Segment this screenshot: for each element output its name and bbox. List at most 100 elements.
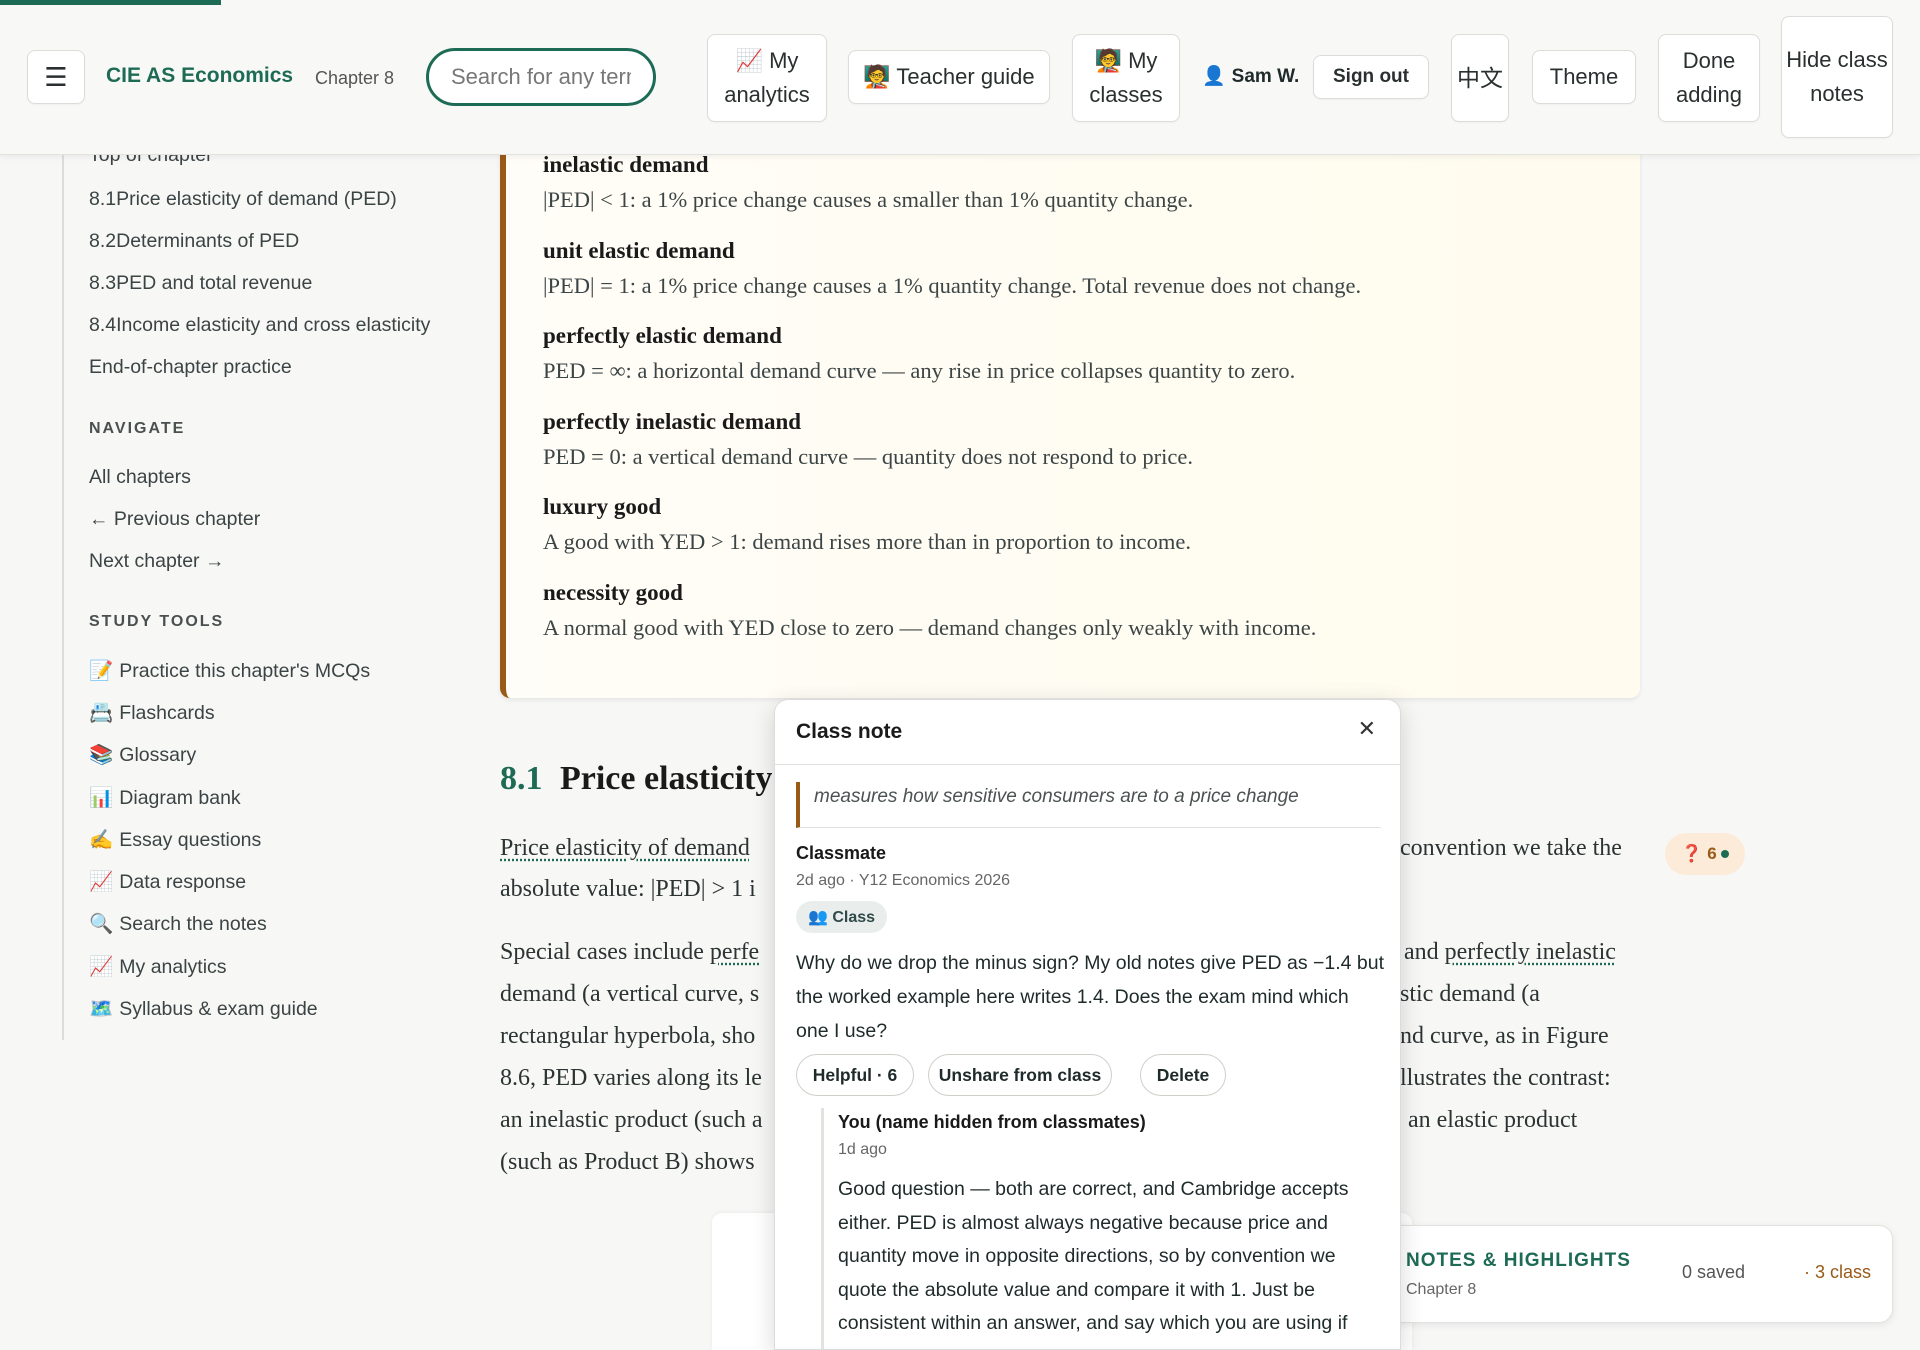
map-icon: 🗺️ [89, 998, 114, 1020]
top-header: ☰ CIE AS Economics Chapter 8 📈 My analyt… [0, 0, 1920, 155]
note-text: Why do we drop the minus sign? My old no… [796, 952, 1385, 1042]
section-number: 8.2 [89, 230, 117, 252]
tool-glossary[interactable]: 📚 Glossary [89, 743, 196, 767]
close-icon[interactable]: ✕ [1358, 716, 1376, 742]
paragraph-text: absolute value: |PED| > 1 i [500, 876, 756, 902]
paragraph-text: llustrates the contrast: [1400, 1065, 1611, 1091]
memo-icon: 📝 [89, 660, 114, 682]
section-label: Income elasticity and cross elasticity [116, 314, 431, 336]
done-adding-label: Done adding [1675, 48, 1743, 107]
tool-label: Syllabus & exam guide [119, 998, 318, 1020]
paragraph-text: nd curve, as in Figure [1400, 1023, 1609, 1049]
section-label: PED and total revenue [116, 272, 313, 294]
tool-label: Flashcards [119, 702, 215, 724]
paragraph-text: an elastic product [1408, 1107, 1578, 1133]
helpful-button[interactable]: Helpful · 6 [796, 1054, 914, 1096]
glossary-definition: |PED| = 1: a 1% price change causes a 1%… [543, 273, 1362, 298]
tool-search-notes[interactable]: 🔍 Search the notes [89, 912, 267, 936]
tool-label: Data response [119, 871, 247, 893]
glossary-term: necessity good [543, 580, 683, 605]
tool-label: Practice this chapter's MCQs [119, 660, 371, 682]
search-input[interactable] [426, 48, 656, 106]
brand-title[interactable]: CIE AS Economics [106, 64, 293, 88]
navigate-heading: NAVIGATE [89, 420, 186, 437]
tool-practice-mcqs[interactable]: 📝 Practice this chapter's MCQs [89, 659, 370, 683]
class-notes-count: · 3 class [1804, 1262, 1872, 1282]
glossary-link-perfectly-elastic[interactable]: perfe [710, 939, 759, 965]
chart-up-icon: 📈 [89, 956, 114, 978]
user-name: Sam W. [1231, 66, 1300, 87]
question-count-badge[interactable]: ❓ 6 [1665, 833, 1745, 875]
chapter-label: Chapter 8 [315, 68, 395, 88]
card-index-icon: 📇 [89, 702, 114, 724]
sidebar-section-8-4[interactable]: 8.4Income elasticity and cross elasticit… [89, 314, 430, 337]
note-meta: 2d ago · Y12 Economics 2026 [796, 872, 1011, 889]
writing-hand-icon: ✍️ [89, 829, 114, 851]
chapter-sidebar: Top of chapter 8.1Price elasticity of de… [62, 140, 482, 1040]
glossary-term: inelastic demand [543, 152, 709, 177]
question-count: 6 [1707, 844, 1717, 863]
my-classes-button[interactable]: 🧑‍🏫 My classes [1072, 34, 1180, 122]
sign-out-button[interactable]: Sign out [1313, 55, 1429, 99]
hide-class-notes-button[interactable]: Hide class notes [1781, 16, 1893, 138]
magnifier-icon: 🔍 [89, 913, 114, 935]
glossary-term: perfectly elastic demand [543, 323, 782, 348]
divider [775, 764, 1400, 765]
saved-count: 0 saved [1682, 1262, 1746, 1282]
theme-button[interactable]: Theme [1532, 50, 1636, 104]
tool-syllabus-guide[interactable]: 🗺️ Syllabus & exam guide [89, 997, 318, 1021]
sidebar-section-8-1[interactable]: 8.1Price elasticity of demand (PED) [89, 188, 397, 211]
sidebar-end-of-chapter-practice[interactable]: End-of-chapter practice [89, 356, 292, 379]
note-reply: You (name hidden from classmates) 1d ago… [821, 1108, 1381, 1349]
tool-label: Glossary [119, 744, 197, 766]
user-account[interactable]: 👤 Sam W. [1202, 64, 1299, 88]
tool-diagram-bank[interactable]: 📊 Diagram bank [89, 786, 241, 810]
delete-button[interactable]: Delete [1140, 1054, 1226, 1096]
paragraph-text: and [1404, 939, 1445, 965]
sidebar-section-8-2[interactable]: 8.2Determinants of PED [89, 230, 299, 253]
tool-data-response[interactable]: 📈 Data response [89, 870, 246, 894]
language-label: 中文 [1457, 65, 1503, 91]
menu-icon[interactable]: ☰ [27, 50, 85, 104]
paragraph-text: and perfectly inelastic [1404, 939, 1616, 966]
paragraph-text: (such as Product B) shows [500, 1149, 755, 1175]
glossary-link-perfectly-inelastic[interactable]: perfectly inelastic [1445, 939, 1616, 965]
section-number: 8.1 [89, 188, 117, 210]
tool-label: Essay questions [119, 829, 262, 851]
tool-essay-questions[interactable]: ✍️ Essay questions [89, 828, 261, 852]
books-icon: 📚 [89, 744, 114, 766]
notes-subtitle: Chapter 8 [1406, 1281, 1477, 1298]
reply-meta: 1d ago [838, 1141, 887, 1158]
paragraph-text: 8.6, PED varies along its le [500, 1065, 762, 1091]
reply-author: You (name hidden from classmates) [838, 1112, 1146, 1132]
my-analytics-label: 📈 My analytics [724, 48, 810, 107]
teacher-guide-button[interactable]: 🧑‍🏫 Teacher guide [848, 50, 1050, 104]
tool-my-analytics[interactable]: 📈 My analytics [89, 955, 227, 979]
chart-up-icon: 📈 [89, 871, 114, 893]
language-toggle-button[interactable]: 中文 [1451, 34, 1509, 122]
class-visibility-badge: 👥 Class [796, 901, 888, 933]
done-adding-button[interactable]: Done adding [1658, 34, 1760, 122]
class-note-popup: Class note ✕ measures how sensitive cons… [774, 699, 1401, 1350]
my-analytics-button[interactable]: 📈 My analytics [707, 34, 827, 122]
notes-highlights-bar[interactable]: NOTES & HIGHLIGHTS Chapter 8 0 saved · 3… [1375, 1225, 1893, 1323]
section-number: 8.3 [89, 272, 117, 294]
sidebar-previous-chapter[interactable]: ← Previous chapter [89, 508, 260, 531]
tool-label: Search the notes [119, 913, 267, 935]
section-title: Price elasticity [560, 760, 773, 797]
note-author: Classmate [796, 843, 887, 863]
tool-flashcards[interactable]: 📇 Flashcards [89, 701, 215, 725]
glossary-definition: A normal good with YED close to zero — d… [543, 615, 1317, 640]
glossary-term: perfectly inelastic demand [543, 409, 802, 434]
paragraph-text: Special cases include perfe [500, 939, 759, 966]
sidebar-all-chapters[interactable]: All chapters [89, 466, 191, 489]
highlighted-quote: measures how sensitive consumers are to … [796, 782, 1381, 828]
glossary-link-ped[interactable]: Price elasticity of demand [500, 835, 750, 862]
sidebar-next-chapter[interactable]: Next chapter → [89, 550, 224, 573]
teacher-guide-label: 🧑‍🏫 Teacher guide [863, 64, 1035, 89]
study-tools-heading: STUDY TOOLS [89, 613, 225, 630]
unshare-button[interactable]: Unshare from class [928, 1054, 1112, 1096]
paragraph-text: an inelastic product (such a [500, 1107, 763, 1133]
sidebar-section-8-3[interactable]: 8.3PED and total revenue [89, 272, 312, 295]
paragraph-text: stic demand (a [1400, 981, 1540, 1007]
